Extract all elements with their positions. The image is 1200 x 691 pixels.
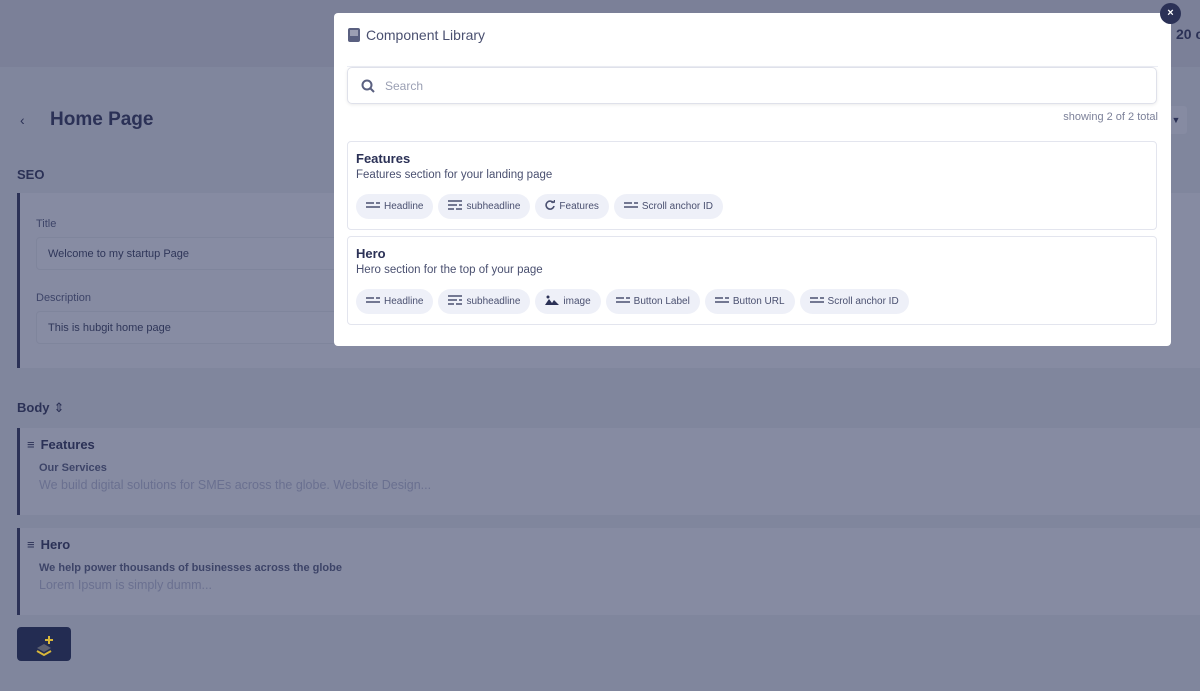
drag-handle-icon[interactable]: ≡ (27, 537, 35, 552)
search-icon (361, 79, 375, 93)
body-heading: Body ⇕ (17, 400, 65, 415)
component-card-hero[interactable]: Hero Hero section for the top of your pag… (347, 236, 1157, 325)
text-icon (366, 296, 380, 307)
field-label: Headline (384, 201, 424, 212)
layers-plus-icon (36, 636, 53, 657)
description-field[interactable]: This is hubgit home page (36, 311, 366, 344)
text-icon (714, 296, 729, 307)
component-description: Hero section for the top of your page (356, 264, 543, 276)
component-name: Features (356, 151, 411, 166)
image-icon (545, 295, 560, 308)
text-icon (615, 296, 630, 307)
component-library-modal: Component Library showing 2 of 2 total F… (334, 13, 1171, 346)
modal-title: Component Library (366, 27, 486, 43)
field-label: Button Label (633, 296, 690, 307)
drag-handle-icon[interactable]: ≡ (27, 437, 35, 452)
field-chip: Button URL (704, 289, 795, 314)
modal-header: Component Library (347, 27, 1158, 67)
paragraph-icon (448, 200, 463, 213)
text-icon (623, 201, 638, 212)
result-count: showing 2 of 2 total (1063, 111, 1158, 123)
block-text: We build digital solutions for SMEs acro… (39, 478, 432, 492)
field-chip: subheadline (438, 289, 531, 314)
field-label: Scroll anchor ID (641, 201, 714, 212)
title-label: Title (36, 218, 57, 230)
field-label: image (563, 296, 591, 307)
body-block-features[interactable]: ≡ Features Our Services We build digital … (17, 428, 1200, 515)
field-chip: Features (535, 194, 609, 219)
search-box[interactable] (347, 67, 1157, 104)
field-chip: subheadline (438, 194, 531, 219)
field-chip: Headline (356, 194, 434, 219)
body-block-hero[interactable]: ≡ Hero We help power thousands of busines… (17, 528, 1200, 615)
field-label: subheadline (466, 296, 521, 307)
title-field[interactable]: Welcome to my startup Page (36, 237, 366, 270)
block-text: Lorem Ipsum is simply dumm... (39, 578, 212, 592)
field-label: Scroll anchor ID (827, 296, 899, 307)
component-description: Features section for your landing page (356, 169, 553, 181)
description-label: Description (36, 292, 92, 304)
text-icon (366, 201, 380, 212)
field-chip: image (535, 289, 601, 314)
field-chip: Button Label (605, 289, 700, 314)
seo-heading: SEO (17, 167, 45, 182)
text-icon (809, 296, 824, 307)
field-chip: Headline (356, 289, 434, 314)
block-subtitle: We help power thousands of businesses ac… (39, 562, 342, 574)
field-label: Features (559, 201, 599, 212)
book-icon (348, 28, 360, 42)
header-right-text: 20 c (1176, 26, 1200, 42)
search-input[interactable] (385, 78, 1085, 93)
field-label: Button URL (732, 296, 785, 307)
chevron-left-icon[interactable]: ‹ (20, 112, 25, 128)
field-chip: Scroll anchor ID (799, 289, 909, 314)
field-label: subheadline (466, 201, 521, 212)
component-name: Hero (356, 246, 386, 261)
field-label: Headline (384, 296, 424, 307)
block-subtitle: Our Services (39, 462, 107, 474)
sort-icon[interactable]: ⇕ (54, 400, 65, 415)
paragraph-icon (448, 295, 463, 308)
page-title: Home Page (50, 109, 154, 130)
repeat-icon (545, 199, 556, 213)
component-card-features[interactable]: Features Features section for your landin… (347, 141, 1157, 230)
field-chip: Scroll anchor ID (613, 194, 724, 219)
close-modal-button[interactable]: × (1160, 3, 1181, 24)
add-component-button[interactable] (17, 627, 71, 661)
